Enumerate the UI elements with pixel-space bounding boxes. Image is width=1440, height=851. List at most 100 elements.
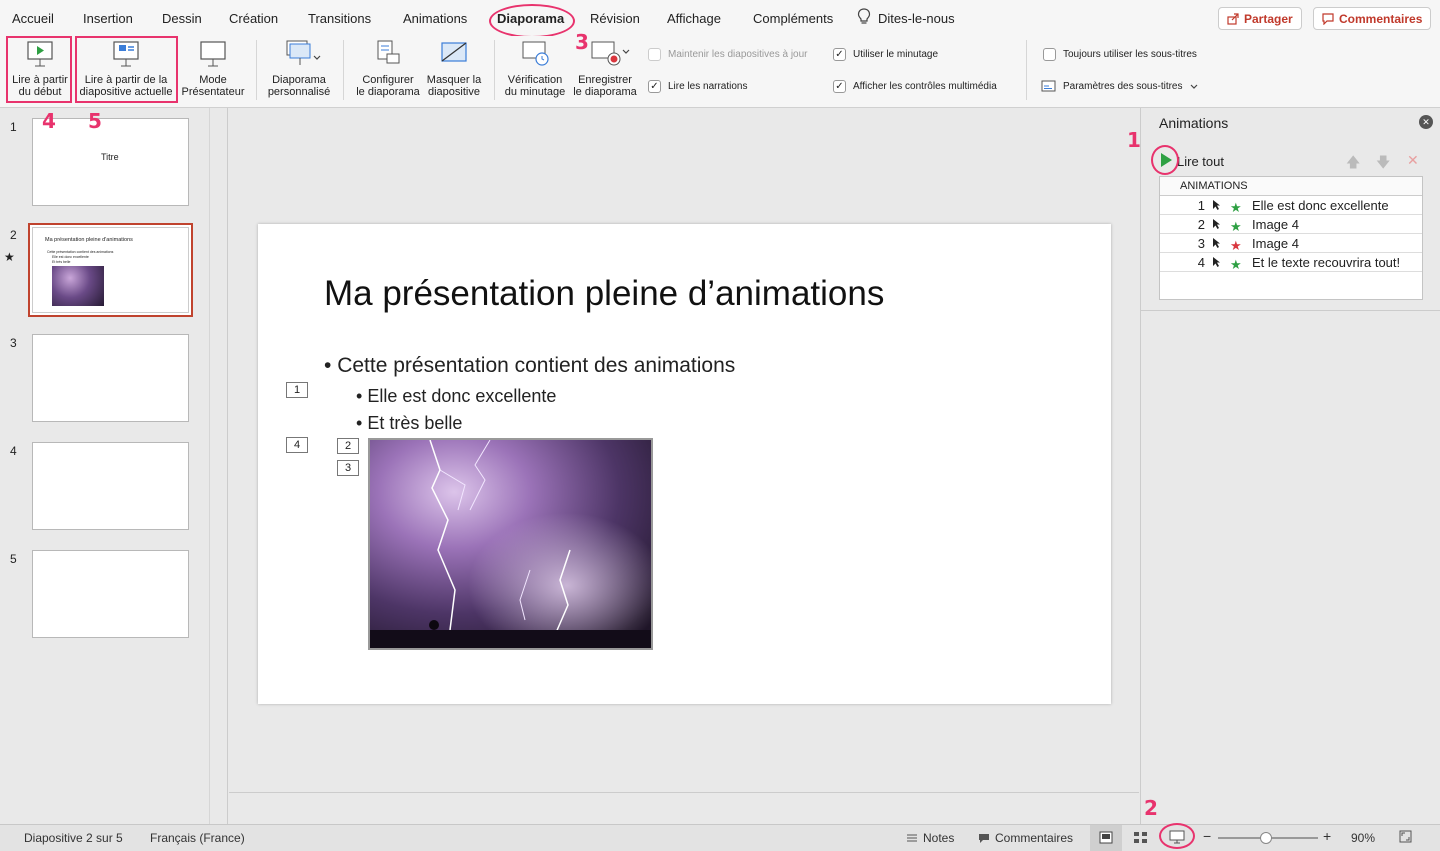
hide-slide-label-1: Masquer la: [426, 74, 482, 86]
slide-bullet-3[interactable]: • Et très belle: [356, 413, 462, 434]
animation-item[interactable]: 2 ★ Image 4: [1160, 215, 1422, 234]
bullet-text: Elle est donc excellente: [367, 386, 557, 406]
animation-item[interactable]: 4 ★ Et le texte recouvrira tout!: [1160, 253, 1422, 272]
animation-number: 3: [1197, 236, 1205, 251]
checkbox-empty: [1043, 48, 1056, 61]
rehearse-label-1: Vérification: [507, 74, 563, 86]
annotation-circle-slideshow-view: [1159, 823, 1195, 849]
use-timings-label: Utiliser le minutage: [853, 49, 939, 60]
on-click-icon: [1213, 200, 1220, 210]
notes-button[interactable]: Notes: [906, 831, 954, 845]
rehearse-timings-button[interactable]: Vérification du minutage: [502, 38, 568, 98]
zoom-level[interactable]: 90%: [1351, 831, 1375, 845]
animation-tag[interactable]: 2: [337, 438, 359, 454]
move-up-icon[interactable]: 🡅: [1346, 152, 1360, 176]
show-media-controls-checkbox[interactable]: ✓ Afficher les contrôles multimédia: [833, 80, 997, 93]
thumbnail-slide-2[interactable]: Ma présentation pleine d'animations Cett…: [28, 223, 193, 317]
slide-editor: Ma présentation pleine d’animations • Ce…: [229, 108, 1139, 824]
setup-label-2: le diaporama: [356, 86, 420, 98]
animation-tag[interactable]: 1: [286, 382, 308, 398]
animation-tag[interactable]: 3: [337, 460, 359, 476]
share-icon: [1227, 12, 1239, 25]
rehearse-label-2: du minutage: [504, 86, 566, 98]
thumb-image: [52, 266, 104, 306]
custom-show-button[interactable]: Diaporama personnalisé: [264, 38, 334, 98]
slide-bullet-1[interactable]: • Cette présentation contient des animat…: [324, 354, 735, 378]
always-subtitles-checkbox[interactable]: Toujours utiliser les sous-titres: [1043, 48, 1197, 61]
comments-button[interactable]: Commentaires: [1313, 7, 1432, 30]
slide-title[interactable]: Ma présentation pleine d’animations: [324, 274, 884, 314]
tab-creation[interactable]: Création: [229, 11, 278, 26]
status-comments-button[interactable]: Commentaires: [978, 831, 1073, 845]
animation-label: Image 4: [1252, 236, 1299, 251]
thumbnail-slide-3[interactable]: [32, 334, 189, 422]
animation-list: ANIMATIONS 1 ★ Elle est donc excellente …: [1159, 176, 1423, 300]
zoom-out-icon[interactable]: −: [1203, 828, 1211, 844]
sorter-view-icon[interactable]: [1133, 831, 1148, 844]
thumb-number: 3: [10, 336, 17, 350]
lightning-image[interactable]: [368, 438, 653, 650]
animation-number: 2: [1197, 217, 1205, 232]
animation-pane-title: Animations: [1159, 115, 1229, 131]
thumbnail-slide-5[interactable]: [32, 550, 189, 638]
share-label: Partager: [1244, 11, 1293, 26]
slide-bullet-2[interactable]: • Elle est donc excellente: [356, 386, 556, 407]
subtitle-settings-dropdown[interactable]: Paramètres des sous-titres: [1041, 80, 1198, 93]
slide-indicator: Diapositive 2 sur 5: [24, 831, 123, 845]
comment-icon: [1322, 12, 1334, 25]
normal-view-button[interactable]: [1090, 825, 1122, 851]
annotation-number-4: 4: [42, 109, 56, 133]
animation-item[interactable]: 3 ★ Image 4: [1160, 234, 1422, 253]
ribbon-divider: [494, 40, 495, 100]
status-bar: Diapositive 2 sur 5 Français (France) No…: [0, 824, 1440, 851]
tab-dessin[interactable]: Dessin: [162, 11, 202, 26]
language-indicator[interactable]: Français (France): [150, 831, 245, 845]
play-narrations-checkbox[interactable]: ✓ Lire les narrations: [648, 80, 747, 93]
keep-slides-updated-checkbox[interactable]: Maintenir les diapositives à jour: [648, 48, 808, 61]
annotation-number-3: 3: [575, 30, 589, 54]
tab-insertion[interactable]: Insertion: [83, 11, 133, 26]
zoom-in-icon[interactable]: +: [1323, 828, 1331, 844]
animation-tag[interactable]: 4: [286, 437, 308, 453]
custom-show-label-1: Diaporama: [272, 74, 326, 86]
play-all-button[interactable]: Lire tout: [1177, 154, 1224, 169]
close-icon[interactable]: ✕: [1419, 115, 1433, 129]
zoom-slider[interactable]: [1218, 832, 1318, 844]
annotation-box-from-start: [6, 36, 72, 103]
thumbnail-slide-4[interactable]: [32, 442, 189, 530]
tab-accueil[interactable]: Accueil: [12, 11, 54, 26]
animation-star-icon: ★: [4, 250, 15, 264]
zoom-slider-thumb[interactable]: [1260, 832, 1272, 844]
scrollbar[interactable]: [229, 792, 1139, 793]
thumb-bullet: Et très belle: [52, 260, 71, 264]
animation-label: Image 4: [1252, 217, 1299, 232]
subtitle-settings-label: Paramètres des sous-titres: [1063, 81, 1183, 92]
tab-complements[interactable]: Compléments: [753, 11, 833, 26]
tell-me-search[interactable]: Dites-le-nous: [878, 11, 955, 26]
presenter-view-button[interactable]: Mode Présentateur: [180, 38, 246, 98]
tab-animations[interactable]: Animations: [403, 11, 467, 26]
setup-slideshow-button[interactable]: Configurer le diaporama: [354, 38, 422, 98]
annotation-number-2: 2: [1144, 796, 1158, 820]
keep-updated-label: Maintenir les diapositives à jour: [668, 49, 808, 60]
hide-slide-button[interactable]: Masquer la diapositive: [424, 38, 484, 98]
thumb-bullet: Cette présentation contient des animatio…: [47, 250, 114, 254]
on-click-icon: [1213, 238, 1220, 248]
fit-to-window-icon[interactable]: [1399, 830, 1412, 843]
share-button[interactable]: Partager: [1218, 7, 1302, 30]
use-timings-checkbox[interactable]: ✓ Utiliser le minutage: [833, 48, 938, 61]
scrollbar[interactable]: [209, 108, 210, 824]
thumb-bullet: Elle est donc excellente: [52, 255, 89, 259]
comment-icon: [979, 833, 989, 843]
tab-revision[interactable]: Révision: [590, 11, 640, 26]
move-down-icon[interactable]: 🡇: [1376, 152, 1390, 176]
normal-view-icon: [1099, 831, 1113, 844]
presenter-label-2: Présentateur: [181, 86, 245, 98]
tab-transitions[interactable]: Transitions: [308, 11, 371, 26]
delete-icon[interactable]: ✕: [1407, 152, 1419, 169]
ribbon-divider: [256, 40, 257, 100]
tab-affichage[interactable]: Affichage: [667, 11, 721, 26]
custom-show-icon: [286, 40, 321, 65]
animation-number: 1: [1197, 198, 1205, 213]
animation-item[interactable]: 1 ★ Elle est donc excellente: [1160, 196, 1422, 215]
